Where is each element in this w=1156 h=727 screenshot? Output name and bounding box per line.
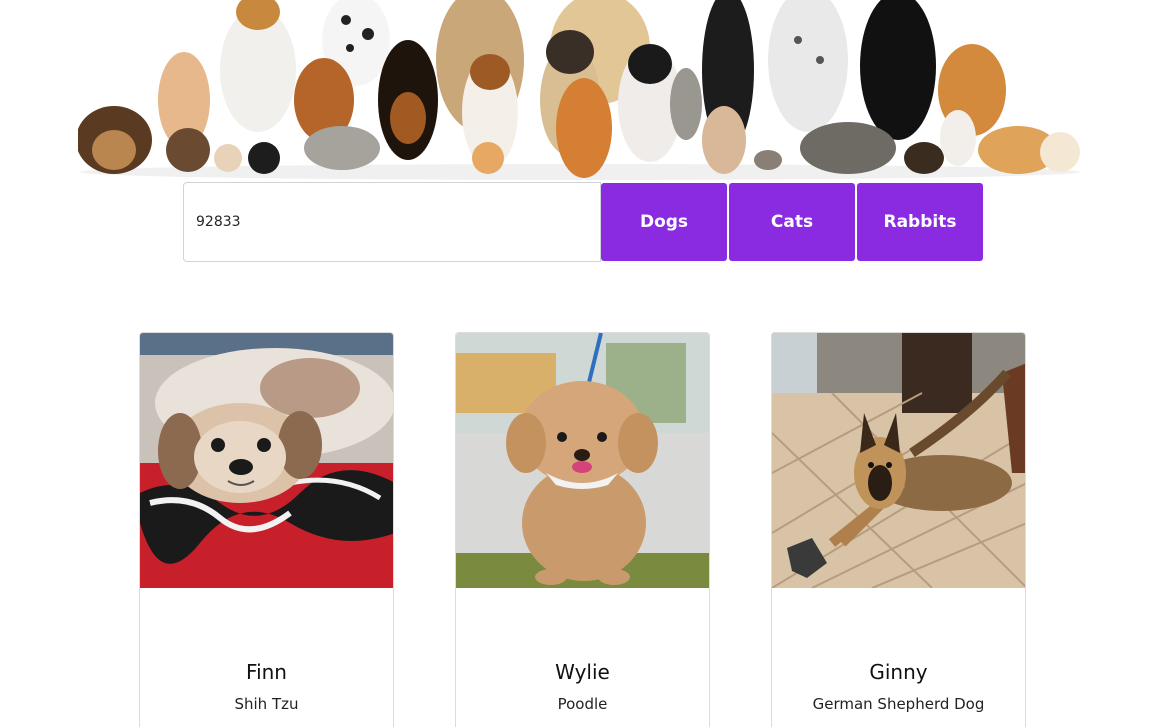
pet-card[interactable]: Ginny German Shepherd Dog	[771, 332, 1026, 727]
pet-breed: Poodle	[557, 695, 608, 713]
search-bar: Dogs Cats Rabbits	[183, 182, 983, 262]
pet-photo-shih-tzu	[140, 333, 393, 588]
zip-code-input[interactable]	[183, 182, 601, 262]
pet-name[interactable]: Finn	[140, 660, 393, 684]
pet-card[interactable]: Wylie Poodle	[455, 332, 710, 727]
pet-card[interactable]: Finn Shih Tzu	[139, 332, 394, 727]
cats-button[interactable]: Cats	[729, 183, 855, 261]
rabbits-button[interactable]: Rabbits	[857, 183, 983, 261]
pets-group-image	[78, 0, 1080, 180]
pet-breed: Shih Tzu	[234, 695, 299, 713]
hero-banner	[78, 0, 1082, 180]
page: Dogs Cats Rabbits Finn Shih Tzu	[0, 0, 1156, 727]
pet-breed: German Shepherd Dog	[812, 695, 985, 713]
pet-photo-poodle	[456, 333, 709, 588]
dogs-button[interactable]: Dogs	[601, 183, 727, 261]
pet-name[interactable]: Wylie	[456, 660, 709, 684]
pet-name[interactable]: Ginny	[772, 660, 1025, 684]
pet-photo-german-shepherd	[772, 333, 1025, 588]
